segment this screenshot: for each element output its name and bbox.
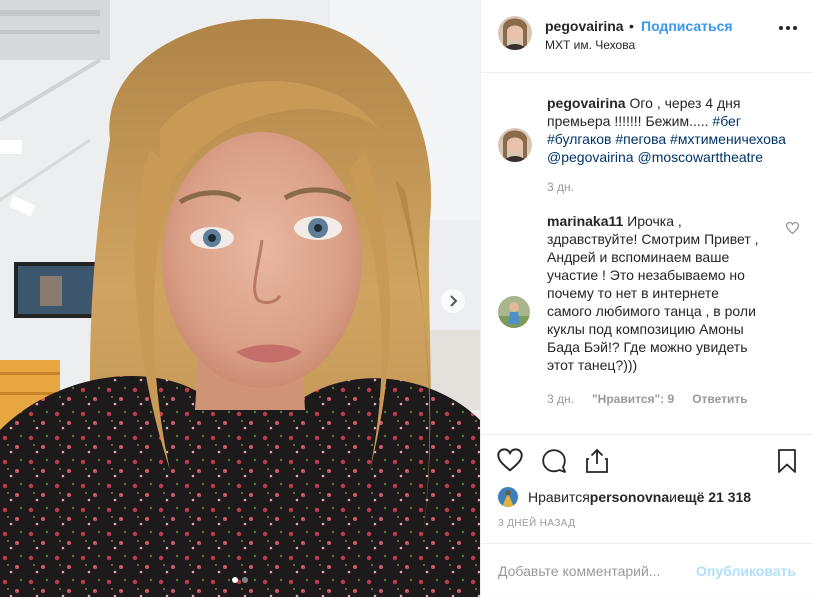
post-photo[interactable] — [0, 0, 480, 597]
separator-dot: • — [629, 18, 634, 34]
hashtag-link[interactable]: #пегова — [615, 131, 666, 147]
location-link[interactable]: МХТ им. Чехова — [545, 38, 635, 52]
comment-text: marinaka11 Ирочка , здравствуйте! Смотри… — [547, 212, 767, 374]
more-options-button[interactable] — [779, 26, 797, 30]
comment-like-heart-icon[interactable] — [786, 222, 799, 234]
chevron-right-icon — [450, 295, 458, 307]
post-side-panel: pegovairina • Подписаться МХТ им. Чехова… — [480, 0, 813, 598]
likes-summary: Нравится personovna и ещё 21 318 — [498, 486, 751, 508]
follow-button[interactable]: Подписаться — [641, 18, 733, 34]
likes-prefix: Нравится — [528, 489, 590, 505]
caption-avatar[interactable] — [498, 128, 532, 162]
comment-likes-count[interactable]: "Нравится": 9 — [592, 392, 674, 406]
share-icon[interactable] — [585, 448, 609, 474]
publish-button[interactable]: Опубликовать — [696, 563, 796, 579]
liker-username[interactable]: personovna — [590, 489, 669, 505]
reply-button[interactable]: Ответить — [692, 392, 747, 406]
commenter-avatar[interactable] — [498, 296, 530, 328]
carousel-dot-active — [232, 577, 238, 583]
author-username[interactable]: pegovairina — [545, 18, 624, 34]
selfie-image — [0, 0, 480, 597]
carousel-dots — [0, 577, 480, 583]
comment-time[interactable]: 3 дн. — [547, 392, 574, 406]
caption-avatar-image — [498, 128, 532, 162]
more-icon — [779, 26, 783, 30]
comment-meta: 3 дн. "Нравится": 9 Ответить — [547, 392, 748, 406]
comment-body: Ирочка , здравствуйте! Смотрим Привет , … — [547, 213, 759, 373]
instagram-post: pegovairina • Подписаться МХТ им. Чехова… — [0, 0, 813, 598]
caption-text: pegovairina Ого , через 4 дня премьера !… — [547, 94, 787, 166]
post-header: pegovairina • Подписаться МХТ им. Чехова — [481, 0, 813, 73]
author-avatar-image — [498, 16, 532, 50]
hashtag-link[interactable]: #мхтименичехова — [670, 131, 786, 147]
caption-time[interactable]: 3 дн. — [547, 180, 574, 194]
liker-avatar-image — [498, 487, 518, 507]
author-avatar[interactable] — [498, 16, 532, 50]
comment-input[interactable] — [498, 544, 688, 598]
bookmark-icon[interactable] — [777, 448, 797, 474]
caption-username[interactable]: pegovairina — [547, 95, 626, 111]
post-date[interactable]: 3 ДНЕЙ НАЗАД — [498, 518, 575, 529]
post-actions — [481, 448, 813, 478]
mention-link[interactable]: @pegovairina — [547, 149, 634, 165]
hashtag-link[interactable]: #булгаков — [547, 131, 611, 147]
comments-list: pegovairina Ого , через 4 дня премьера !… — [481, 72, 813, 435]
add-comment-bar: Опубликовать — [481, 543, 813, 598]
next-slide-button[interactable] — [441, 289, 465, 313]
mention-link[interactable]: @moscowarttheatre — [638, 149, 763, 165]
carousel-dot — [242, 577, 248, 583]
hashtag-link[interactable]: #бег — [712, 113, 741, 129]
heart-icon[interactable] — [497, 448, 523, 472]
commenter-avatar-image — [498, 296, 530, 328]
liker-avatar[interactable] — [498, 487, 518, 507]
comment-icon[interactable] — [541, 448, 567, 474]
commenter-username[interactable]: marinaka11 — [547, 213, 623, 229]
likes-middle: и — [669, 489, 677, 505]
likes-count[interactable]: ещё 21 318 — [677, 489, 751, 505]
